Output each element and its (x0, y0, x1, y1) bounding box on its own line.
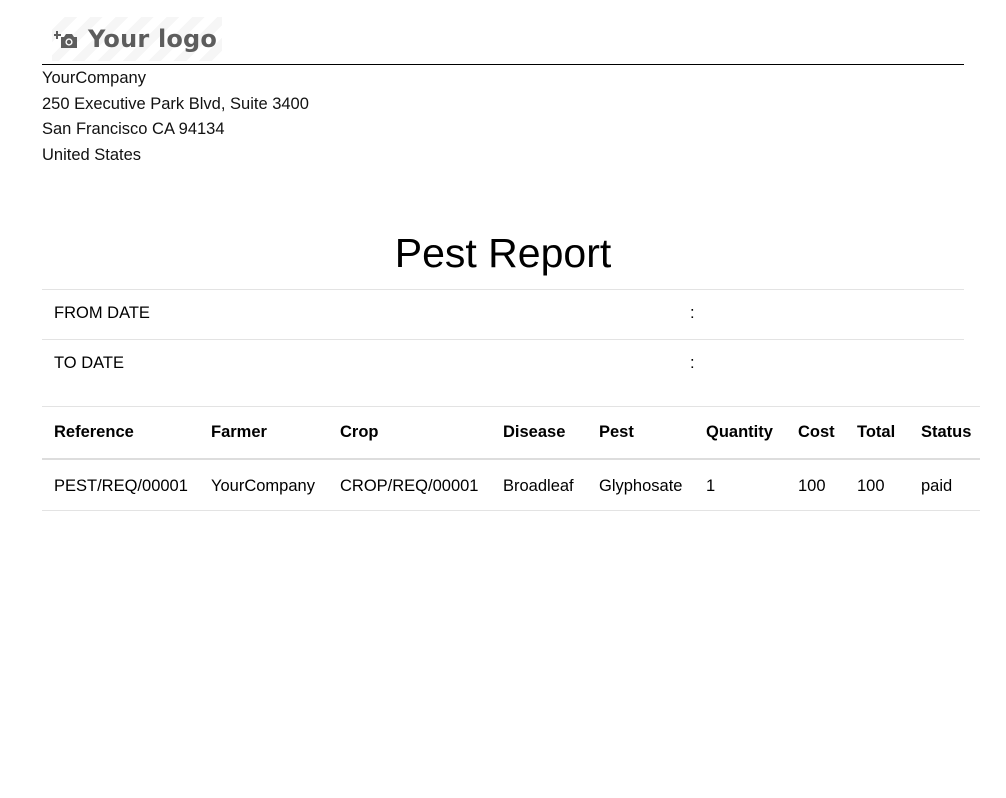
column-header-quantity: Quantity (694, 406, 786, 460)
camera-add-icon (54, 31, 77, 48)
cell-status: paid (909, 459, 980, 511)
table-row: PEST/REQ/00001 YourCompany CROP/REQ/0000… (42, 459, 980, 511)
pest-report-table: Reference Farmer Crop Disease Pest Quant… (42, 406, 980, 511)
column-header-farmer: Farmer (199, 406, 328, 460)
column-header-pest: Pest (587, 406, 694, 460)
from-date-label: FROM DATE (54, 304, 150, 322)
cell-total: 100 (845, 459, 909, 511)
from-date-separator: : (690, 304, 695, 322)
column-header-reference: Reference (42, 406, 199, 460)
report-header: Your logo (42, 14, 964, 65)
cell-cost: 100 (786, 459, 845, 511)
company-address: YourCompany 250 Executive Park Blvd, Sui… (42, 66, 309, 168)
company-logo[interactable]: Your logo (52, 17, 222, 61)
company-name: YourCompany (42, 69, 146, 87)
filter-row-to-date: TO DATE : (42, 340, 964, 390)
cell-disease: Broadleaf (491, 459, 587, 511)
cell-farmer: YourCompany (199, 459, 328, 511)
address-line-2: San Francisco CA 94134 (42, 120, 225, 138)
address-country: United States (42, 145, 142, 164)
column-header-disease: Disease (491, 406, 587, 460)
to-date-separator: : (690, 354, 695, 372)
cell-reference: PEST/REQ/00001 (42, 459, 199, 511)
filter-row-from-date: FROM DATE : (42, 290, 964, 340)
logo-text: Your logo (88, 25, 218, 53)
to-date-label: TO DATE (54, 354, 124, 372)
cell-crop: CROP/REQ/00001 (328, 459, 491, 511)
column-header-cost: Cost (786, 406, 845, 460)
cell-quantity: 1 (694, 459, 786, 511)
column-header-total: Total (845, 406, 909, 460)
address-line-1: 250 Executive Park Blvd, Suite 3400 (42, 94, 309, 113)
column-header-crop: Crop (328, 406, 491, 460)
cell-pest: Glyphosate (587, 459, 694, 511)
table-header-row: Reference Farmer Crop Disease Pest Quant… (42, 406, 980, 460)
column-header-status: Status (909, 406, 980, 460)
date-filters: FROM DATE : TO DATE : (42, 289, 964, 390)
report-title: Pest Report (394, 230, 612, 276)
